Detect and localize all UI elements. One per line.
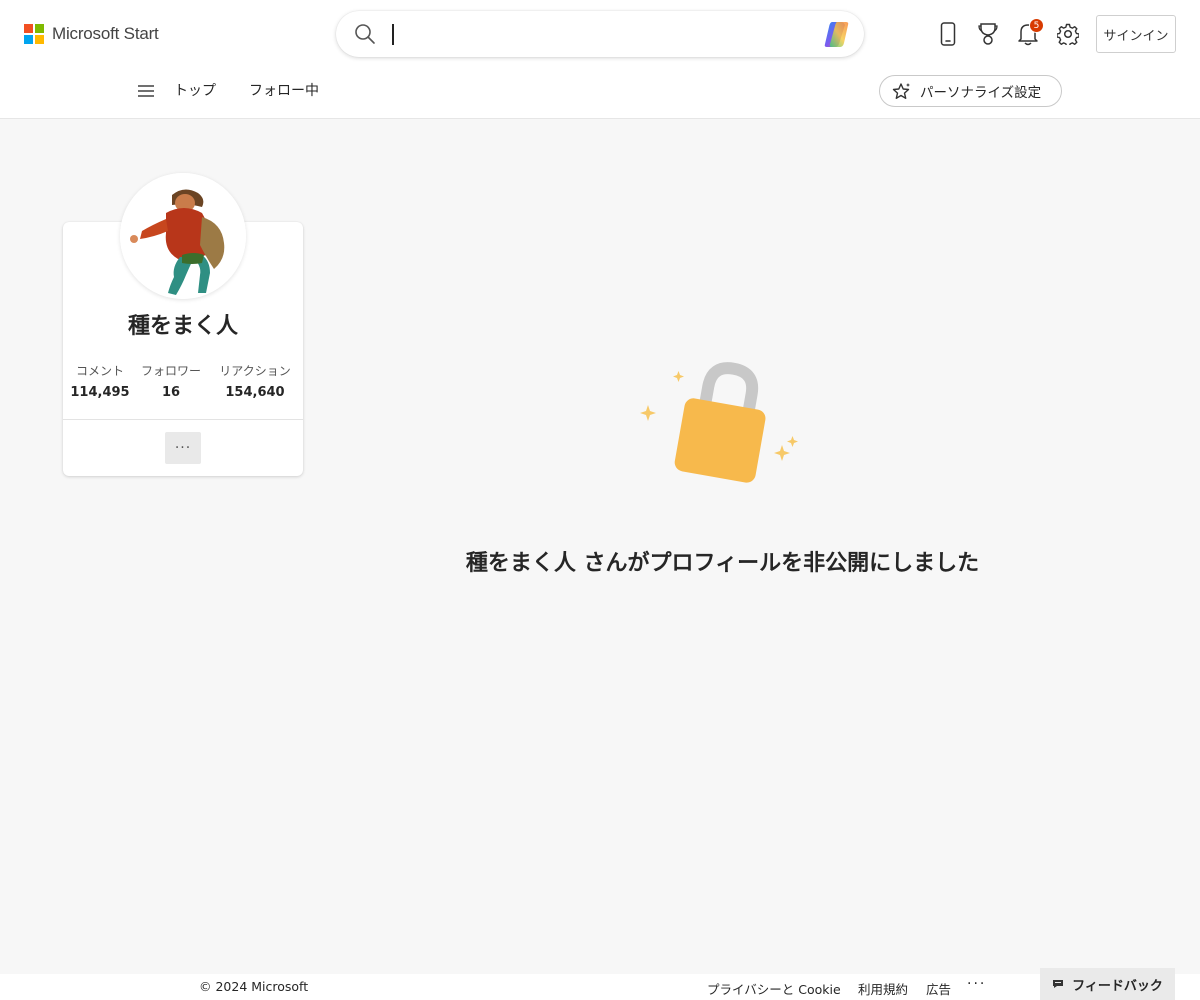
stat-value-comments: 114,495 xyxy=(70,385,130,400)
footer-ads-link[interactable]: 広告 xyxy=(926,979,951,998)
search-input[interactable] xyxy=(390,19,810,49)
top-header: Microsoft Start 5 サインイン トップ フォロー中 パーソナライ… xyxy=(0,0,1200,119)
sower-painting-image xyxy=(120,173,246,299)
footer-terms-link[interactable]: 利用規約 xyxy=(858,979,908,998)
logo-text: Microsoft Start xyxy=(52,24,159,43)
footer-more-button[interactable]: ··· xyxy=(967,976,986,992)
profile-more-options-button[interactable]: ··· xyxy=(165,432,201,464)
lock-icon xyxy=(640,362,798,483)
profile-name: 種をまく人 xyxy=(127,314,238,339)
feedback-icon xyxy=(1053,980,1064,988)
text-cursor xyxy=(392,24,394,45)
profile-avatar xyxy=(120,173,246,299)
stat-label-reactions: リアクション xyxy=(219,364,291,378)
sparkle-star-icon xyxy=(892,83,910,99)
hamburger-menu-icon[interactable] xyxy=(137,84,155,98)
settings-gear-icon[interactable] xyxy=(1055,20,1081,48)
stat-value-reactions: 154,640 xyxy=(225,385,285,400)
footer-privacy-link[interactable]: プライバシーと Cookie xyxy=(707,979,841,998)
copilot-icon[interactable] xyxy=(823,19,855,49)
footer-copyright: © 2024 Microsoft xyxy=(199,979,309,994)
stat-label-comments: コメント xyxy=(75,364,124,378)
search-box[interactable] xyxy=(336,11,864,57)
mobile-icon[interactable] xyxy=(935,20,961,48)
stat-value-followers: 16 xyxy=(161,385,181,400)
card-divider xyxy=(63,419,303,420)
notification-count-badge: 5 xyxy=(1029,18,1044,33)
feedback-label: フィードバック xyxy=(1072,978,1163,994)
microsoft-start-logo[interactable]: Microsoft Start xyxy=(24,23,159,45)
rewards-trophy-icon[interactable] xyxy=(975,20,1001,48)
search-icon[interactable] xyxy=(354,23,376,45)
signin-button[interactable]: サインイン xyxy=(1096,15,1176,53)
personalize-label: パーソナライズ設定 xyxy=(920,85,1042,101)
footer: © 2024 Microsoft プライバシーと Cookie 利用規約 広告 … xyxy=(0,974,1200,1000)
nav-tab-following[interactable]: フォロー中 xyxy=(249,80,319,102)
feedback-button[interactable]: フィードバック xyxy=(1040,968,1175,1000)
nav-tab-top[interactable]: トップ xyxy=(174,80,216,102)
private-profile-message: 種をまく人 さんがプロフィールを非公開にしました xyxy=(465,551,980,576)
stat-label-followers: フォロワー xyxy=(140,364,201,378)
microsoft-logo-icon xyxy=(24,24,44,44)
personalize-settings-button[interactable]: パーソナライズ設定 xyxy=(879,75,1062,107)
